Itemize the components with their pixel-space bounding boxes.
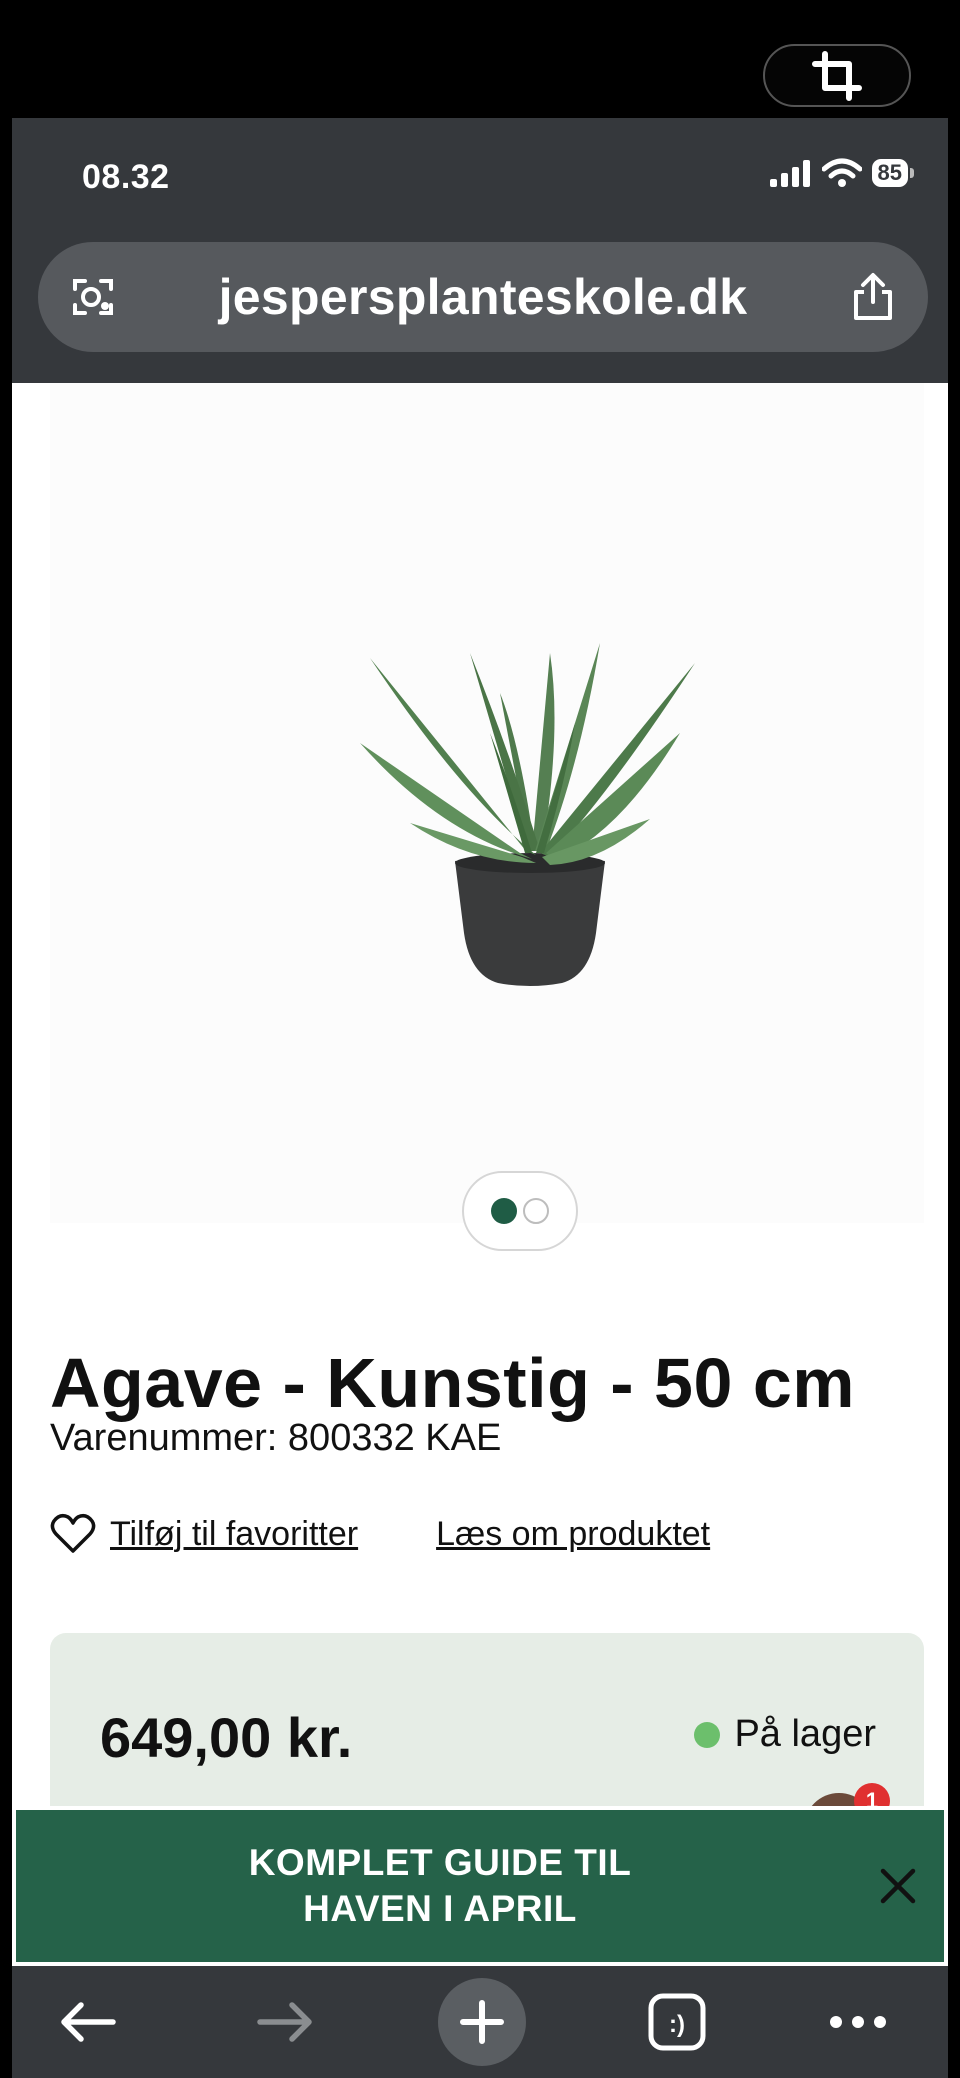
close-icon[interactable] <box>878 1866 918 1906</box>
browser-toolbar: :) <box>12 1966 948 2078</box>
add-to-favorites-link[interactable]: Tilføj til favoritter <box>110 1515 358 1554</box>
wifi-icon <box>821 158 862 187</box>
more-dots-icon <box>830 2016 886 2028</box>
stock-label: På lager <box>734 1713 876 1755</box>
browser-chrome: 08.32 85 jespersplanteskole.dk <box>12 118 948 383</box>
promo-banner-line2: HAVEN I APRIL <box>303 1888 577 1929</box>
heart-icon[interactable] <box>50 1513 96 1555</box>
back-button[interactable] <box>59 2001 117 2043</box>
plus-icon <box>460 2000 504 2044</box>
promo-banner[interactable]: KOMPLET GUIDE TIL HAVEN I APRIL <box>12 1806 948 1966</box>
web-page: Agave - Kunstig - 50 cm Varenummer: 8003… <box>12 383 948 1808</box>
gallery-dot-active[interactable] <box>491 1198 517 1224</box>
forward-arrow-icon <box>257 2002 312 2042</box>
crop-button[interactable] <box>763 44 911 107</box>
product-image <box>360 643 695 986</box>
back-arrow-icon <box>61 2002 116 2042</box>
url-text[interactable]: jespersplanteskole.dk <box>148 268 818 326</box>
product-sku: Varenummer: 800332 KAE <box>50 1417 502 1459</box>
address-bar[interactable]: jespersplanteskole.dk <box>38 242 928 352</box>
product-image-gallery[interactable] <box>50 383 924 1251</box>
stock-indicator-dot <box>694 1721 721 1748</box>
tabs-button[interactable]: :) <box>647 1992 707 2052</box>
gallery-pagination[interactable] <box>462 1171 578 1251</box>
forward-button[interactable] <box>256 2001 314 2043</box>
page-settings-icon <box>73 279 113 315</box>
more-menu-button[interactable] <box>828 2014 888 2030</box>
gallery-dot[interactable] <box>523 1198 549 1224</box>
product-price: 649,00 kr. <box>100 1706 353 1769</box>
share-icon <box>854 273 892 320</box>
screenshot-top-bar <box>0 0 960 118</box>
crop-icon <box>812 50 862 101</box>
battery-indicator: 85 <box>871 159 915 187</box>
stock-status: På lager <box>694 1713 876 1756</box>
promo-banner-text[interactable]: KOMPLET GUIDE TIL HAVEN I APRIL <box>230 1840 650 1932</box>
status-time: 08.32 <box>82 158 170 196</box>
read-about-product-link[interactable]: Læs om produktet <box>436 1515 710 1554</box>
chat-notification-badge: 1 <box>854 1783 890 1808</box>
new-tab-button[interactable] <box>438 1978 526 2066</box>
promo-banner-body[interactable]: KOMPLET GUIDE TIL HAVEN I APRIL <box>16 1810 944 1962</box>
share-button[interactable] <box>818 272 928 322</box>
product-title: Agave - Kunstig - 50 cm <box>50 1344 856 1422</box>
promo-banner-line1: KOMPLET GUIDE TIL <box>248 1842 632 1883</box>
status-icons: 85 <box>769 158 915 188</box>
product-actions: Tilføj til favoritter Læs om produktet <box>50 1513 710 1555</box>
page-tools-button[interactable] <box>38 273 148 321</box>
tabs-icon: :) <box>648 1993 706 2051</box>
cellular-signal-icon <box>769 160 810 187</box>
svg-text::): :) <box>669 2011 685 2038</box>
price-box: 649,00 kr. På lager 1 <box>50 1633 924 1808</box>
